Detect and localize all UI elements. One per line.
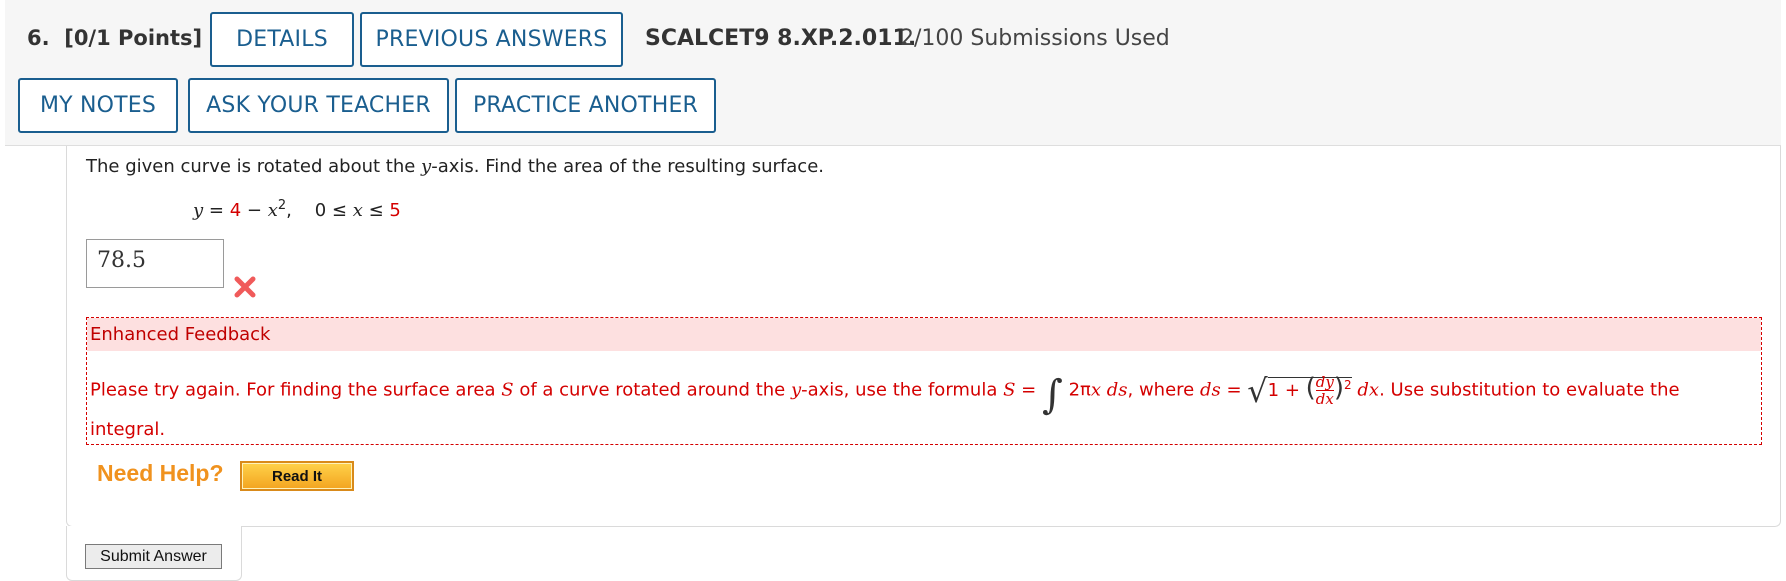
- points-label: [0/1 Points]: [64, 26, 203, 50]
- feedback-title: Enhanced Feedback: [87, 318, 1761, 351]
- question-number: 6. [0/1 Points]: [27, 26, 203, 50]
- submit-answer-button[interactable]: Submit Answer: [85, 544, 222, 569]
- enhanced-feedback: Enhanced Feedback Please try again. For …: [86, 317, 1762, 445]
- details-button[interactable]: DETAILS: [210, 12, 354, 67]
- practice-another-button[interactable]: PRACTICE ANOTHER: [455, 78, 716, 133]
- x-mark-icon: [234, 276, 256, 298]
- submissions-used: 2/100 Submissions Used: [900, 26, 1170, 51]
- previous-answers-button[interactable]: PREVIOUS ANSWERS: [360, 12, 623, 67]
- dy-dx-fraction: dy dx: [1315, 373, 1334, 408]
- question-header: 6. [0/1 Points] DETAILS PREVIOUS ANSWERS…: [5, 0, 1781, 146]
- question-code: SCALCET9 8.XP.2.011.: [645, 26, 917, 51]
- need-help-label: Need Help?: [97, 460, 224, 486]
- feedback-text: Please try again. For finding the surfac…: [90, 371, 1680, 418]
- answer-input[interactable]: 78.5: [86, 239, 224, 288]
- ask-your-teacher-button[interactable]: ASK YOUR TEACHER: [188, 78, 449, 133]
- curve-equation: y = 4 − x2, 0 ≤ x ≤ 5: [193, 198, 401, 221]
- feedback-text-continued: integral.: [90, 419, 166, 440]
- my-notes-button[interactable]: MY NOTES: [18, 78, 178, 133]
- question-prompt: The given curve is rotated about the y-a…: [86, 156, 825, 177]
- read-it-button[interactable]: Read It: [240, 461, 354, 491]
